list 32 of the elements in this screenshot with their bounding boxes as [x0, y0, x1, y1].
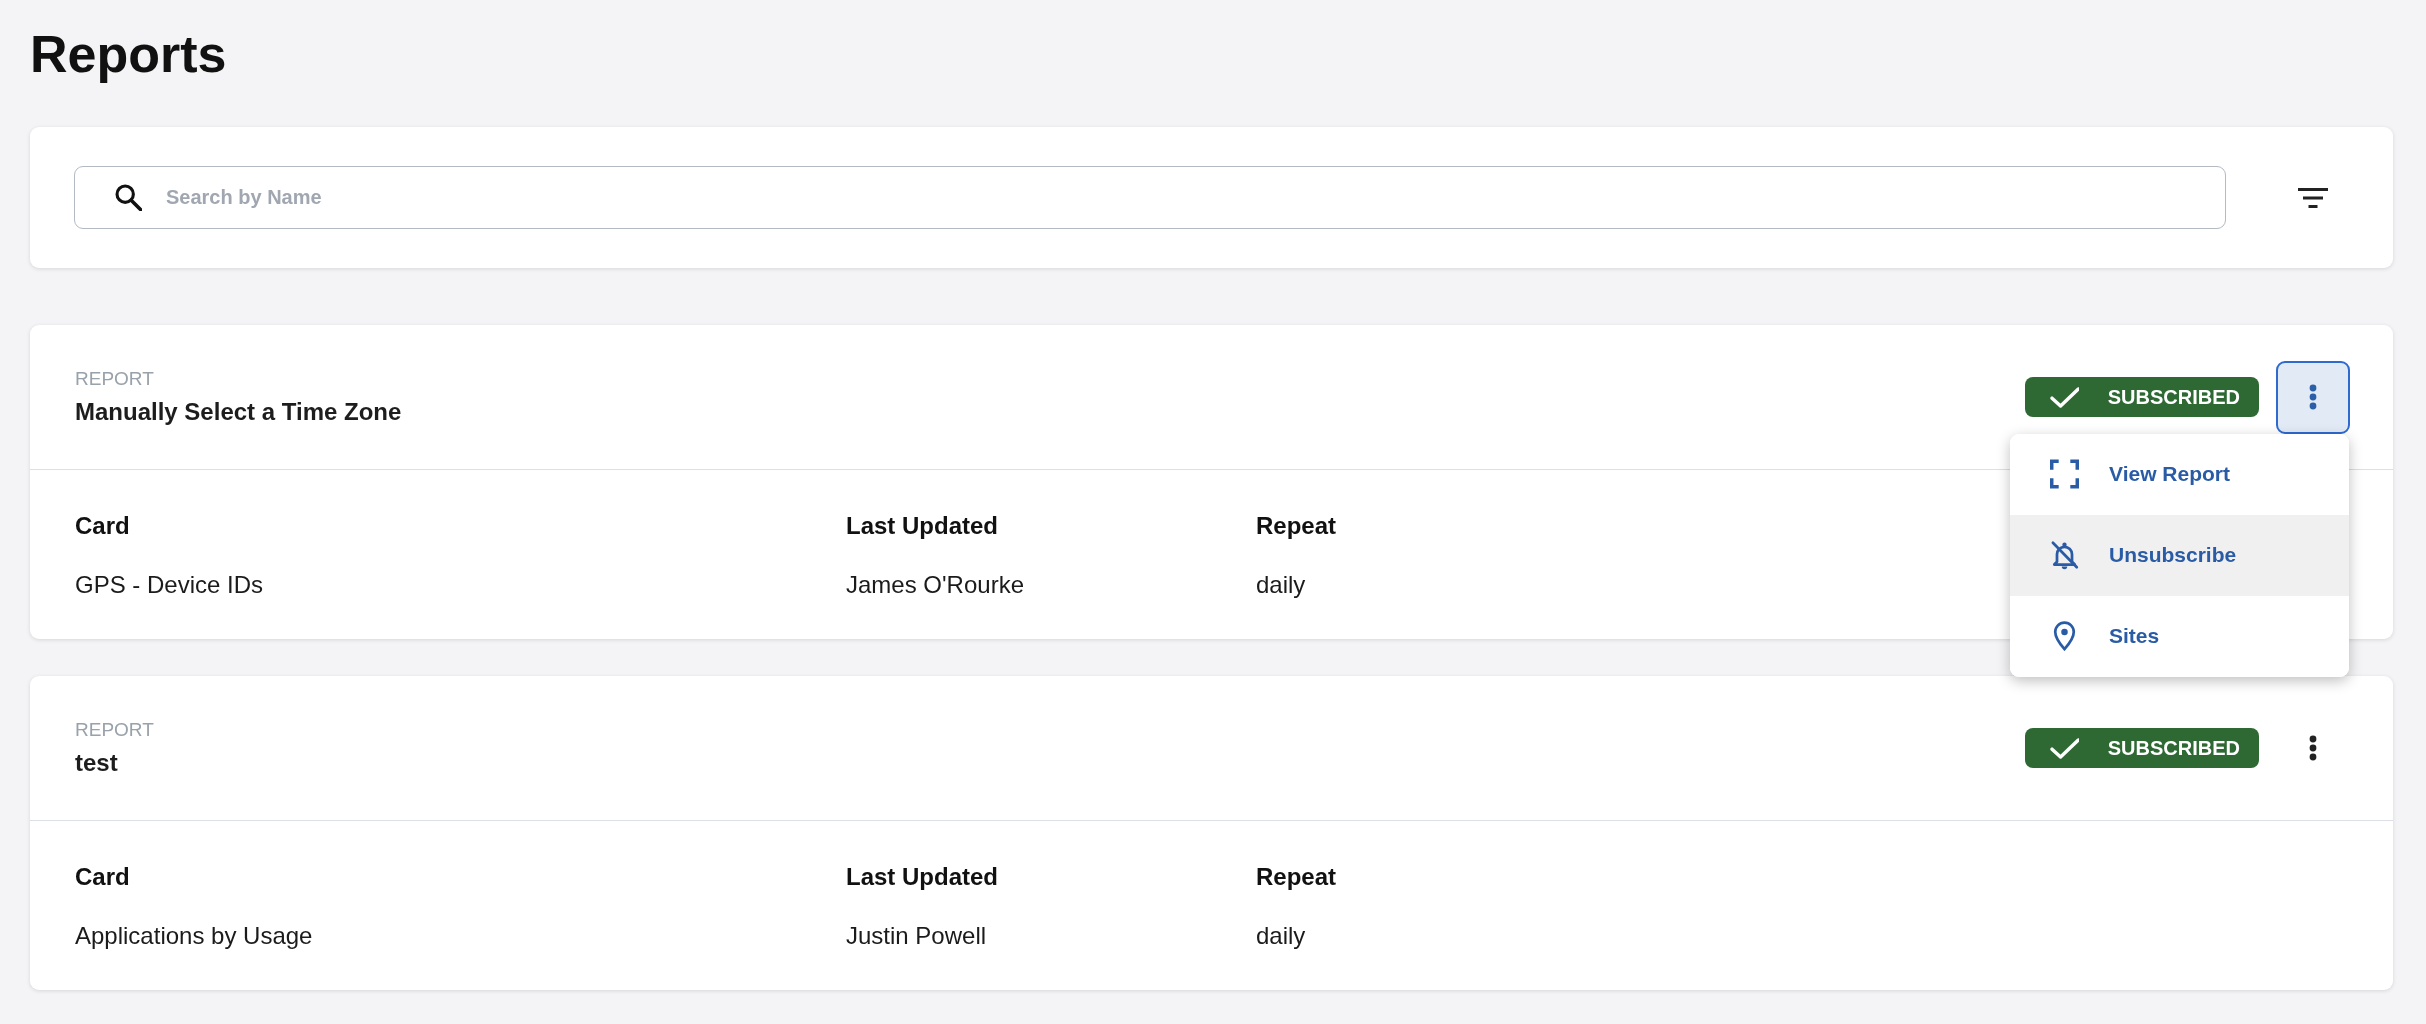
field-label: Card	[75, 862, 130, 892]
page-title: Reports	[30, 24, 227, 85]
field-label: Card	[75, 511, 130, 541]
check-icon	[2049, 386, 2079, 408]
check-icon	[2049, 737, 2079, 759]
report-label: REPORT	[75, 367, 154, 391]
field-value: daily	[1256, 921, 1306, 951]
field-value: GPS - Device IDs	[75, 570, 264, 600]
status-text: SUBSCRIBED	[2107, 385, 2240, 409]
field-value: Justin Powell	[846, 921, 987, 951]
bell-off-icon	[2050, 540, 2079, 570]
corner-brackets-icon	[2050, 459, 2079, 489]
filter-icon	[2298, 187, 2328, 208]
more-button[interactable]	[2276, 360, 2350, 434]
more-icon	[2309, 735, 2317, 761]
field-label: Repeat	[1256, 511, 1337, 541]
menu-item[interactable]: View Report	[2010, 433, 2349, 515]
field-label: Repeat	[1256, 862, 1337, 892]
search-field[interactable]: Search by Name	[74, 166, 2226, 229]
search-icon	[115, 184, 142, 211]
menu-item[interactable]: Unsubscribe	[2010, 514, 2349, 596]
more-icon	[2309, 384, 2317, 410]
report-label: REPORT	[75, 718, 154, 742]
report-name: Manually Select a Time Zone	[75, 397, 402, 427]
field-value: Applications by Usage	[75, 921, 313, 951]
field-label: Last Updated	[846, 511, 998, 541]
field-value: James O'Rourke	[846, 570, 1024, 600]
field-value: daily	[1256, 570, 1306, 600]
report-name: test	[75, 748, 118, 778]
field-label: Last Updated	[846, 862, 998, 892]
menu-item[interactable]: Sites	[2010, 595, 2349, 677]
status-text: SUBSCRIBED	[2107, 736, 2240, 760]
